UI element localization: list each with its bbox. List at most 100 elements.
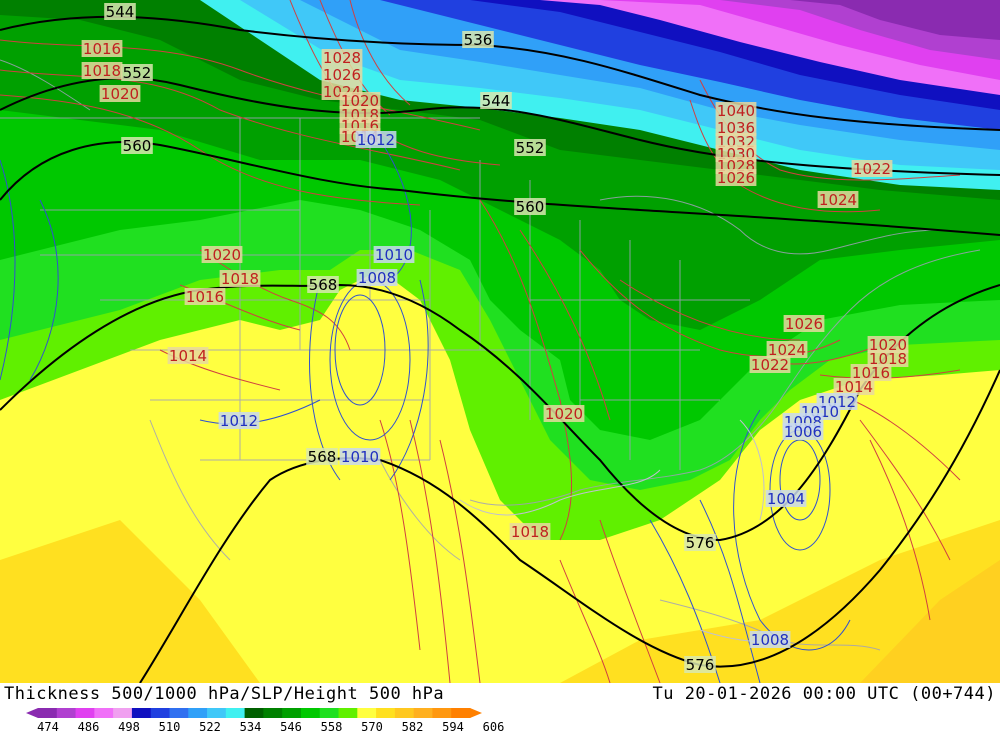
pressure-label-text: 1024 [819,191,857,209]
pressure-label-text: 1022 [751,356,789,374]
pressure-label: 1018 [81,62,123,80]
legend-bar: 474 486 498 510 522 534 546 558 570 582 594 606 [26,708,505,734]
height-label-text: 552 [123,64,152,82]
pressure-label: 1040 [715,102,757,120]
pressure-label: 1024 [817,191,859,209]
pressure-label: 1016 [184,288,226,306]
weather-map: 5445365525445525605605685765685761016101… [0,0,1000,683]
legend-tick-label: 570 [361,720,383,733]
product-title: Thickness 500/1000 hPa/SLP/Height 500 hP… [4,684,445,704]
color-legend: 474 486 498 510 522 534 546 558 570 582 594 606 [0,707,1000,734]
height-label: 552 [514,139,546,157]
legend-tick-label: 486 [78,720,100,733]
pressure-label: 1020 [201,246,243,264]
legend-swatch [131,708,152,718]
legend-swatch [150,708,170,718]
legend-swatch [56,708,77,718]
pressure-label-text: 1018 [221,270,259,288]
pressure-label: 1026 [321,66,363,84]
pressure-label-text: 1018 [511,523,549,541]
pressure-label-text: 1016 [83,40,121,58]
height-label: 576 [684,656,716,674]
legend-arrow-left [26,708,38,718]
legend-swatch [413,708,433,718]
legend-tick-label: 582 [402,720,424,733]
height-label-text: 560 [516,198,545,216]
pressure-label: 1018 [219,270,261,288]
pressure-label: 1010 [373,246,415,264]
legend-swatch [188,708,208,718]
pressure-label: 1016 [81,40,123,58]
legend-swatch [113,708,133,718]
legend-tick-label: 546 [280,720,302,733]
legend-swatch [207,708,227,718]
pressure-label-text: 1026 [785,315,823,333]
legend-tick-label: 522 [199,720,221,733]
pressure-label: 1022 [749,356,791,374]
pressure-label-text: 1016 [186,288,224,306]
height-label: 544 [104,3,136,21]
legend-tick-label: 498 [118,720,140,733]
pressure-label: 1020 [99,85,141,103]
pressure-label: 1008 [356,269,398,287]
pressure-label: 1020 [543,405,585,423]
height-label-text: 576 [686,534,715,552]
pressure-label: 1018 [509,523,551,541]
map-panel: 544 536 552 544 552 560 560 568 576 568 576 1016 101… [0,0,1000,683]
pressure-label-text: 1010 [375,246,413,264]
pressure-label: 1028 [321,49,363,67]
pressure-label-text: 1012 [220,412,258,430]
legend-swatch [244,708,264,718]
height-label-text: 576 [686,656,715,674]
height-label-text: 544 [482,92,511,110]
pressure-label-text: 1008 [358,269,396,287]
height-label-text: 568 [308,448,337,466]
pressure-label-text: 1018 [83,62,121,80]
pressure-label-text: 1026 [323,66,361,84]
pressure-label: 1010 [339,448,381,466]
legend-tick-label: 606 [483,720,505,733]
legend-tick-label: 558 [321,720,343,733]
pressure-label-text: 1028 [323,49,361,67]
pressure-label-text: 1020 [203,246,241,264]
legend-swatch [451,708,471,718]
legend-swatch [169,708,189,718]
pressure-label: 1026 [715,169,757,187]
pressure-label-text: 1004 [767,490,805,508]
legend-swatch [319,708,340,718]
pressure-label-text: 1026 [717,169,755,187]
legend-swatch [338,708,358,718]
pressure-label: 1008 [749,631,791,649]
pressure-label: 1012 [355,131,397,149]
pressure-label-text: 1020 [545,405,583,423]
legend-tick-label: 534 [240,720,262,733]
pressure-label-text: 1006 [784,423,822,441]
height-label: 552 [121,64,153,82]
pressure-label: 1004 [765,490,807,508]
pressure-label-text: 1008 [751,631,789,649]
legend-swatch [376,708,396,718]
height-label: 576 [684,534,716,552]
legend-swatch [394,708,415,718]
valid-time: Tu 20-01-2026 00:00 UTC (00+744) [652,684,996,704]
height-label: 560 [121,137,153,155]
title-bar: Thickness 500/1000 hPa/SLP/Height 500 hP… [0,683,1000,707]
legend-swatch [94,708,114,718]
height-label-text: 544 [106,3,135,21]
height-label-text: 560 [123,137,152,155]
legend-tick-label: 474 [37,720,59,733]
legend-swatch [263,708,283,718]
legend-swatch [282,708,302,718]
legend-swatch [357,708,377,718]
pressure-label-text: 1040 [717,102,755,120]
legend-swatch [38,708,58,718]
pressure-label-text: 1014 [169,347,207,365]
pressure-label-text: 1020 [101,85,139,103]
pressure-label: 1014 [167,347,209,365]
height-label: 560 [514,198,546,216]
pressure-label-text: 1022 [853,160,891,178]
pressure-label-text: 1012 [357,131,395,149]
legend-tick-label: 510 [159,720,181,733]
legend-arrow-right [470,708,482,718]
height-label: 544 [480,92,512,110]
